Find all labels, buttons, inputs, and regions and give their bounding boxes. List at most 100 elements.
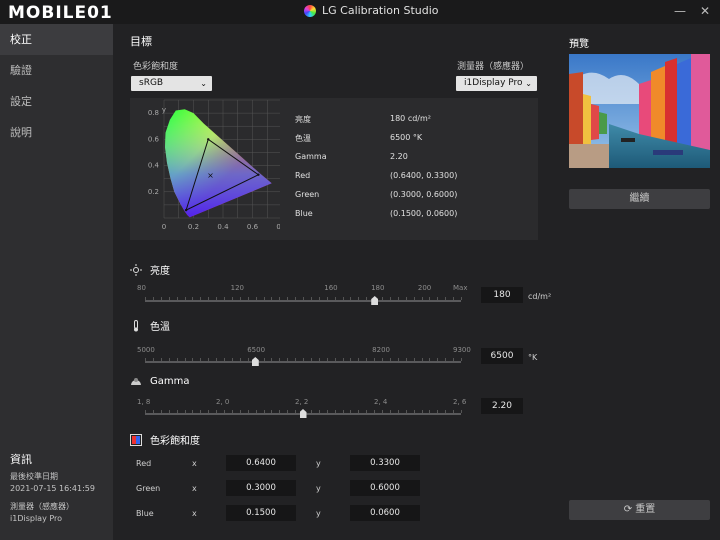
slider-minor-tick xyxy=(453,410,455,413)
slider-tick-label: 180 xyxy=(371,284,385,292)
sidebar-item-settings[interactable]: 設定 xyxy=(0,86,113,117)
reset-button-label: 重置 xyxy=(635,504,656,515)
primary-x-label: x xyxy=(192,509,197,518)
slider-minor-tick xyxy=(389,297,391,300)
slider-minor-tick xyxy=(224,297,225,300)
primary-x-input[interactable]: 0.6400 xyxy=(226,455,296,471)
window-title-text: LG Calibration Studio xyxy=(322,4,439,17)
target-value: (0.6400, 0.3300) xyxy=(390,171,458,180)
preview-title: 預覽 xyxy=(569,39,589,50)
brightness-label: 亮度 xyxy=(150,266,170,277)
sidebar-item-calibrate[interactable]: 校正 xyxy=(0,24,113,55)
slider-minor-tick xyxy=(350,297,352,300)
primaries-label: 色彩飽和度 xyxy=(150,436,200,447)
slider-minor-tick xyxy=(192,358,194,361)
slider-minor-tick xyxy=(176,410,178,413)
slider-minor-tick xyxy=(437,358,439,361)
slider-minor-tick xyxy=(429,297,431,300)
gamut-select[interactable]: sRGB ⌄ xyxy=(131,76,212,91)
slider-thumb[interactable] xyxy=(251,357,259,366)
primary-y-input[interactable]: 0.0600 xyxy=(350,505,420,521)
sensor-label: 測量器（感應器） xyxy=(10,502,74,511)
sensor-value: i1Display Pro xyxy=(10,514,63,523)
continue-button[interactable]: 繼續 xyxy=(569,189,710,209)
slider-minor-tick xyxy=(247,358,249,361)
slider-minor-tick xyxy=(176,297,178,300)
y-tick-label: 0.4 xyxy=(148,162,160,170)
slider-minor-tick xyxy=(168,410,170,413)
slider-minor-tick xyxy=(152,410,154,413)
color-temp-label: 色溫 xyxy=(150,322,170,333)
primary-y-input[interactable]: 0.6000 xyxy=(350,480,420,496)
cie-chart: ×00.20.40.60.80.20.40.60.8xy xyxy=(148,99,280,231)
slider-tick-label: 80 xyxy=(137,284,146,292)
slider-minor-tick xyxy=(461,297,462,300)
slider-minor-tick xyxy=(224,410,225,413)
minimize-button[interactable]: — xyxy=(674,4,686,18)
reset-button[interactable]: ⟳ 重置 xyxy=(569,500,710,520)
slider-minor-tick xyxy=(216,297,218,300)
slider-minor-tick xyxy=(358,358,360,361)
slider-minor-tick xyxy=(200,297,202,300)
close-button[interactable]: ✕ xyxy=(700,4,710,18)
slider-minor-tick xyxy=(303,297,304,300)
slider-minor-tick xyxy=(160,410,162,413)
slider-minor-tick xyxy=(255,410,257,413)
slider-minor-tick xyxy=(397,297,399,300)
primary-y-label: y xyxy=(316,509,321,518)
primary-y-input[interactable]: 0.3300 xyxy=(350,455,420,471)
slider-track[interactable] xyxy=(145,300,461,302)
slider-thumb[interactable] xyxy=(371,296,379,305)
brightness-value[interactable]: 180 xyxy=(481,287,523,303)
slider-minor-tick xyxy=(279,358,281,361)
gamma-value[interactable]: 2.20 xyxy=(481,398,523,414)
info-heading: 資訊 xyxy=(10,453,32,466)
sidebar-item-help[interactable]: 說明 xyxy=(0,117,113,148)
target-value: 180 cd/m² xyxy=(390,114,431,123)
primary-x-label: x xyxy=(192,459,197,468)
slider-minor-tick xyxy=(358,410,360,413)
slider-minor-tick xyxy=(184,297,186,300)
slider-minor-tick xyxy=(421,297,423,300)
slider-minor-tick xyxy=(192,297,194,300)
slider-minor-tick xyxy=(145,358,146,361)
slider-minor-tick xyxy=(350,410,352,413)
slider-minor-tick xyxy=(421,410,423,413)
target-panel: ×00.20.40.60.80.20.40.60.8xy 亮度180 cd/m²… xyxy=(130,98,538,240)
sidebar: 校正 驗證 設定 說明 資訊 最後校準日期 2021-07-15 16:41:5… xyxy=(0,24,113,540)
slider-minor-tick xyxy=(326,410,328,413)
slider-minor-tick xyxy=(176,358,178,361)
gamma-icon xyxy=(130,375,142,387)
target-label: Green xyxy=(295,190,320,199)
slider-minor-tick xyxy=(295,297,297,300)
primary-x-label: x xyxy=(192,484,197,493)
spectral-locus-overlay xyxy=(165,109,272,218)
slider-minor-tick xyxy=(231,297,233,300)
slider-minor-tick xyxy=(366,410,368,413)
slider-minor-tick xyxy=(271,297,273,300)
slider-track[interactable] xyxy=(145,361,461,363)
brightness-section: 亮度 xyxy=(130,262,170,277)
last-calibration-label: 最後校準日期 xyxy=(10,472,58,481)
slider-minor-tick xyxy=(152,297,154,300)
info-panel: 資訊 最後校準日期 2021-07-15 16:41:59 測量器（感應器） i… xyxy=(10,454,95,525)
slider-minor-tick xyxy=(326,358,328,361)
last-calibration-value: 2021-07-15 16:41:59 xyxy=(10,484,95,493)
sidebar-item-verify[interactable]: 驗證 xyxy=(0,55,113,86)
slider-minor-tick xyxy=(145,410,146,413)
primary-x-input[interactable]: 0.3000 xyxy=(226,480,296,496)
color-temp-value[interactable]: 6500 xyxy=(481,348,523,364)
slider-tick-label: 200 xyxy=(417,284,432,292)
watermark-logo: MOBILE01 xyxy=(8,3,113,23)
slider-minor-tick xyxy=(350,358,352,361)
slider-minor-tick xyxy=(239,410,241,413)
gamut-select-value: sRGB xyxy=(139,78,164,88)
slider-thumb[interactable] xyxy=(299,409,307,418)
slider-tick-label: 2, 0 xyxy=(216,398,230,406)
slider-minor-tick xyxy=(374,358,376,361)
meter-select[interactable]: i1Display Pro ⌄ xyxy=(456,76,537,91)
primary-x-input[interactable]: 0.1500 xyxy=(226,505,296,521)
target-label: 色溫 xyxy=(295,134,311,143)
primary-y-label: y xyxy=(316,484,321,493)
slider-minor-tick xyxy=(413,297,415,300)
